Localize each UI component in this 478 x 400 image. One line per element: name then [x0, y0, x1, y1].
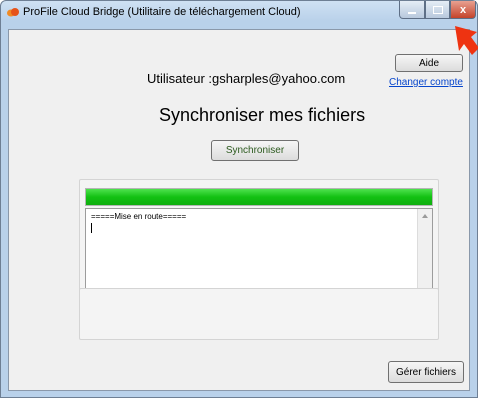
maximize-icon — [432, 5, 443, 14]
close-button[interactable]: x — [450, 1, 476, 19]
progress-bar — [85, 188, 433, 206]
sync-button-label: Synchroniser — [225, 145, 285, 156]
sync-panel: =====Mise en route===== — [79, 179, 439, 305]
user-account-label: Utilisateur :gsharples@yahoo.com — [147, 71, 346, 86]
title-bar[interactable]: ProFile Cloud Bridge (Utilitaire de télé… — [1, 1, 477, 25]
progress-fill — [86, 189, 432, 205]
help-button[interactable]: Aide — [395, 54, 463, 72]
cloud-app-icon — [7, 8, 19, 17]
minimize-icon — [408, 11, 416, 14]
help-button-label: Aide — [418, 57, 439, 69]
maximize-button[interactable] — [425, 1, 450, 19]
log-text: =====Mise en route===== — [91, 212, 187, 221]
minimize-button[interactable] — [399, 1, 425, 19]
client-area: Aide Utilisateur :gsharples@yahoo.com Ch… — [8, 29, 470, 391]
window-title: ProFile Cloud Bridge (Utilitaire de télé… — [23, 6, 301, 18]
app-window: ProFile Cloud Bridge (Utilitaire de télé… — [0, 0, 478, 398]
page-title: Synchroniser mes fichiers — [159, 105, 366, 125]
change-account-link[interactable]: Changer compte — [389, 77, 463, 88]
manage-files-button[interactable]: Gérer fichiers — [388, 361, 464, 383]
status-panel — [79, 288, 439, 340]
manage-files-button-label: Gérer fichiers — [395, 366, 456, 378]
sync-button[interactable]: Synchroniser — [211, 140, 299, 161]
log-scrollbar[interactable] — [417, 209, 432, 299]
scroll-up-icon[interactable] — [422, 214, 428, 218]
red-arrow-pointer-icon — [455, 26, 478, 55]
log-textarea[interactable]: =====Mise en route===== — [85, 208, 433, 300]
text-caret — [91, 223, 92, 233]
close-icon: x — [459, 3, 467, 16]
